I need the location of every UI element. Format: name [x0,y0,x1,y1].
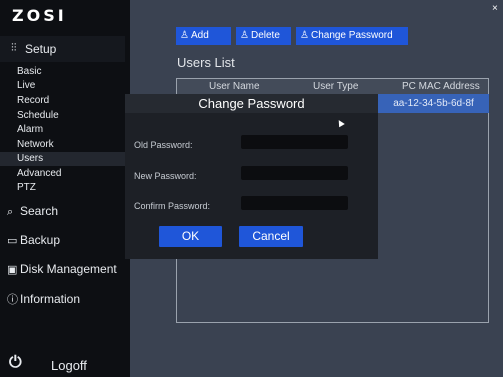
sidebar-item-label: Setup [25,42,57,56]
ok-button[interactable]: OK [159,226,222,247]
sidebar-item-information[interactable]: ⓘ Information [7,291,80,307]
new-password-field[interactable] [241,166,348,180]
sidebar-subitem-users[interactable]: Users [0,152,125,166]
new-password-label: New Password: [134,171,197,181]
button-label: Change Password [310,30,393,41]
sidebar-subitem-network[interactable]: Network [17,139,54,151]
column-header-user-type: User Type [313,81,359,92]
confirm-password-field[interactable] [241,196,348,210]
power-icon[interactable]: ⏻ [9,354,22,372]
sidebar: ZOSI ⫶⫶ Setup Basic Live Record Schedule… [0,0,130,377]
search-icon: ⌕ [7,206,14,218]
table-row-mac-cell[interactable]: aa-12-34-5b-6d-8f [378,94,489,113]
user-icon: ♙ [240,30,249,41]
old-password-field[interactable] [241,135,348,149]
sidebar-item-label: Search [20,204,59,218]
button-label: Delete [250,30,280,41]
sidebar-subitem-basic[interactable]: Basic [17,66,41,78]
column-header-pc-mac: PC MAC Address [402,81,480,92]
logoff-button[interactable]: Logoff [51,358,87,373]
disk-icon: ▣ [7,264,18,276]
sidebar-item-label: Backup [20,233,61,247]
column-header-user-name: User Name [209,81,260,92]
sidebar-subitem-advanced[interactable]: Advanced [17,168,61,180]
sidebar-item-search[interactable]: ⌕ Search [7,204,58,219]
mouse-cursor-icon: ▲ [332,115,349,131]
delete-user-button[interactable]: ♙ Delete [236,27,291,45]
sidebar-subitem-record[interactable]: Record [17,95,49,107]
info-icon: ⓘ [7,294,18,306]
sidebar-subitem-live[interactable]: Live [17,80,35,92]
users-list-title: Users List [177,55,235,70]
sidebar-item-backup[interactable]: ▭ Backup [7,233,60,247]
sidebar-item-disk-management[interactable]: ▣ Disk Management [7,262,117,276]
sidebar-item-setup[interactable]: ⫶⫶ Setup [0,36,125,62]
change-password-dialog: Change Password ▲ Old Password: New Pass… [125,94,378,259]
add-user-button[interactable]: ♙ Add [176,27,231,45]
old-password-label: Old Password: [134,140,193,150]
sidebar-subitem-alarm[interactable]: Alarm [17,124,43,136]
settings-sliders-icon: ⫶⫶ [11,42,17,54]
brand-logo: ZOSI [12,6,67,25]
button-label: Add [190,30,209,41]
dialog-title: Change Password [125,94,378,113]
sidebar-subitem-ptz[interactable]: PTZ [17,182,36,194]
sidebar-subitem-schedule[interactable]: Schedule [17,110,59,122]
sidebar-item-label: Information [20,292,81,306]
backup-icon: ▭ [7,235,18,247]
close-icon[interactable]: × [492,3,498,14]
sidebar-item-label: Disk Management [20,262,117,276]
user-icon: ♙ [180,30,189,41]
table-header: User Name User Type PC MAC Address [177,79,488,95]
cancel-button[interactable]: Cancel [239,226,303,247]
change-password-button[interactable]: ♙ Change Password [296,27,408,45]
confirm-password-label: Confirm Password: [134,201,211,211]
user-icon: ♙ [300,30,309,41]
